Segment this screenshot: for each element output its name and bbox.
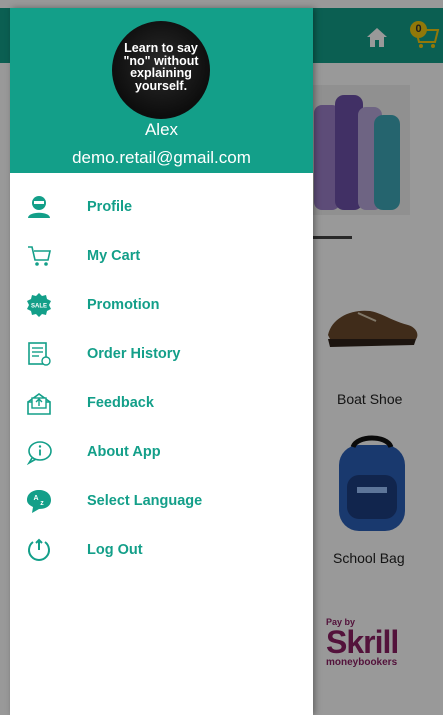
logout-icon	[26, 537, 52, 563]
menu-item-order-history[interactable]: Order History	[10, 329, 313, 378]
drawer-header: Learn to say "no" without explaining you…	[10, 8, 313, 173]
user-email: demo.retail@gmail.com	[72, 148, 251, 167]
user-name: Alex	[144, 120, 179, 139]
menu-item-label: Feedback	[87, 395, 154, 411]
svg-text:SALE: SALE	[31, 304, 47, 310]
menu-item-my-cart[interactable]: My Cart	[10, 231, 313, 280]
order-history-icon	[26, 341, 52, 367]
menu-item-about-app[interactable]: About App	[10, 427, 313, 476]
menu-item-feedback[interactable]: Feedback	[10, 378, 313, 427]
menu-item-label: Log Out	[87, 542, 143, 558]
menu-item-label: About App	[87, 444, 161, 460]
feedback-icon	[26, 390, 52, 416]
menu-item-label: Order History	[87, 346, 181, 362]
menu-item-promotion[interactable]: SALE Promotion	[10, 280, 313, 329]
sale-badge-icon: SALE	[26, 292, 52, 318]
menu-item-log-out[interactable]: Log Out	[10, 525, 313, 574]
menu-item-label: Promotion	[87, 297, 160, 313]
drawer-menu: Profile My Cart SALE Promotion Order His…	[10, 182, 313, 574]
menu-item-label: Profile	[87, 199, 133, 215]
profile-icon	[26, 194, 52, 220]
app-screen: 0 Boat Shoe School Bag Pay by Skrill mon…	[0, 0, 443, 715]
menu-item-label: My Cart	[87, 248, 141, 264]
avatar-quote: Learn to say "no" without explaining you…	[123, 41, 199, 93]
cart-icon	[26, 243, 52, 269]
menu-item-select-language[interactable]: Az Select Language	[10, 476, 313, 525]
avatar[interactable]: Learn to say "no" without explaining you…	[112, 21, 210, 119]
svg-text:z: z	[40, 500, 44, 507]
navigation-drawer: Learn to say "no" without explaining you…	[10, 8, 313, 715]
svg-text:A: A	[33, 495, 38, 502]
menu-item-label: Select Language	[87, 493, 203, 509]
info-icon	[26, 439, 52, 465]
menu-item-profile[interactable]: Profile	[10, 182, 313, 231]
language-icon: Az	[26, 488, 52, 514]
